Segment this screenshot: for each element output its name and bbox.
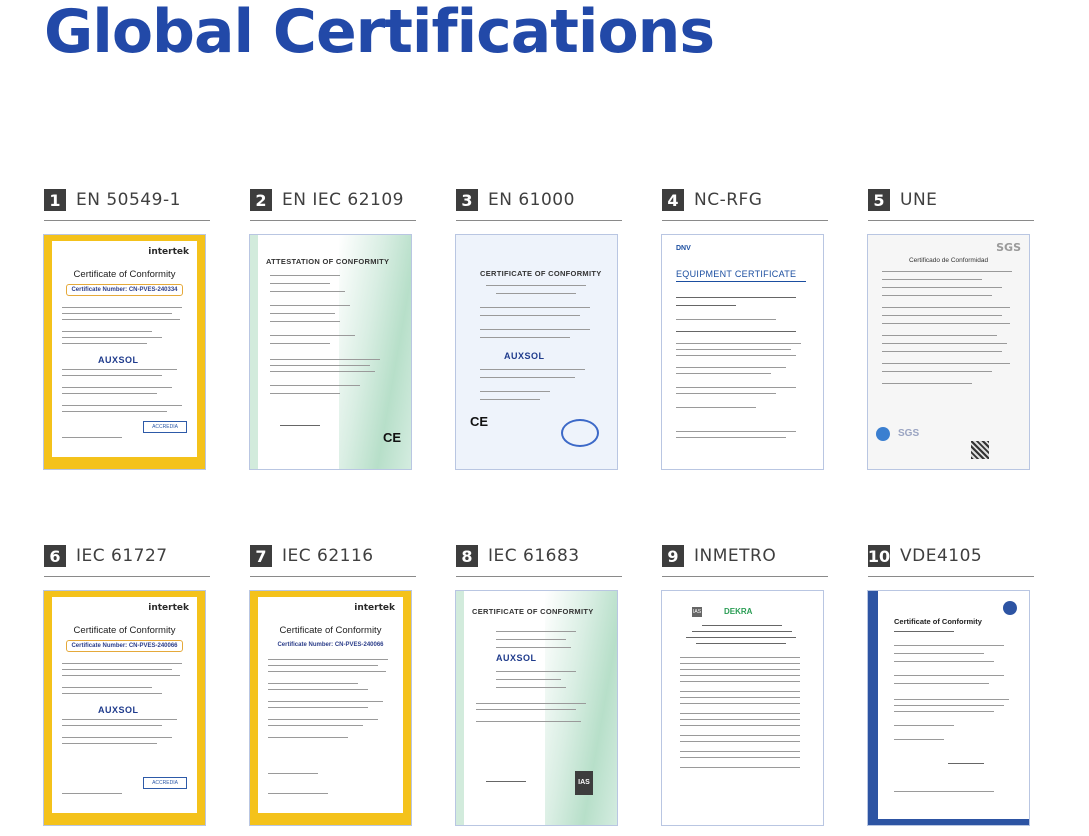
- certificate-number-badge: 6: [44, 545, 66, 567]
- thumbnail-title: EQUIPMENT CERTIFICATE: [676, 269, 797, 279]
- certificate-header: 9 INMETRO: [662, 544, 828, 577]
- certificate-header: 8 IEC 61683: [456, 544, 622, 577]
- certificate-label: IEC 61727: [76, 546, 168, 566]
- thumbnail-title: Certificate of Conformity: [73, 625, 176, 636]
- certificate-thumbnail[interactable]: intertek Certificate of Conformity Certi…: [43, 234, 206, 470]
- certification-seal-icon: [1003, 601, 1017, 615]
- sgs-footer-logo: SGS: [898, 428, 920, 439]
- certificate-card-7[interactable]: 7 IEC 62116 intertek Certificate of Conf…: [249, 544, 416, 826]
- certificate-header: 7 IEC 62116: [250, 544, 416, 577]
- thumbnail-cert-number: Certificate Number: CN-PVES-240066: [277, 642, 384, 648]
- certificate-thumbnail[interactable]: Certificate of Conformity: [867, 590, 1030, 826]
- certificate-side-band: [868, 591, 878, 825]
- certificate-card-4[interactable]: 4 NC-RFG DNV EQUIPMENT CERTIFICATE: [661, 188, 828, 470]
- certificate-label: EN 50549-1: [76, 190, 181, 210]
- certificate-number-badge: 4: [662, 189, 684, 211]
- ce-mark-icon: CE: [470, 414, 489, 429]
- intertek-logo: intertek: [354, 603, 395, 613]
- certificate-label: NC-RFG: [694, 190, 763, 210]
- auxsol-logo: AUXSOL: [504, 351, 545, 361]
- ias-logo: IAS: [692, 607, 702, 617]
- certificate-label: UNE: [900, 190, 938, 210]
- sgs-logo: SGS: [996, 241, 1021, 254]
- certificate-header: 10 VDE4105: [868, 544, 1034, 577]
- accredia-logo: ACCREDIA: [143, 777, 187, 789]
- intertek-logo: intertek: [148, 247, 189, 257]
- intertek-logo: intertek: [148, 603, 189, 613]
- thumbnail-title: Certificate of Conformity: [279, 625, 382, 636]
- ias-logo: IAS: [575, 771, 593, 795]
- auxsol-logo: AUXSOL: [98, 355, 139, 365]
- certificate-label: EN IEC 62109: [282, 190, 404, 210]
- certificate-card-6[interactable]: 6 IEC 61727 intertek Certificate of Conf…: [43, 544, 210, 826]
- certificate-header: 6 IEC 61727: [44, 544, 210, 577]
- certificate-number-badge: 2: [250, 189, 272, 211]
- ce-mark-icon: CE: [382, 430, 401, 445]
- certificate-header: 3 EN 61000: [456, 188, 622, 221]
- certificate-label: IEC 62116: [282, 546, 374, 566]
- certificate-header: 5 UNE: [868, 188, 1034, 221]
- globe-icon: [876, 427, 890, 441]
- dekra-logo: DEKRA: [724, 607, 753, 616]
- accredia-logo: ACCREDIA: [143, 421, 187, 433]
- thumbnail-title: Certificate of Conformity: [894, 617, 982, 626]
- certificate-header: 1 EN 50549-1: [44, 188, 210, 221]
- certificate-thumbnail[interactable]: CERTIFICATE OF CONFORMITY AUXSOL CE: [455, 234, 618, 470]
- certificate-card-10[interactable]: 10 VDE4105 Certificate of Conformity: [867, 544, 1034, 826]
- thumbnail-title: ATTESTATION OF CONFORMITY: [266, 257, 390, 266]
- certificate-label: INMETRO: [694, 546, 777, 566]
- certificate-number-badge: 9: [662, 545, 684, 567]
- certificate-number-badge: 10: [867, 545, 891, 567]
- certificate-thumbnail[interactable]: DNV EQUIPMENT CERTIFICATE: [661, 234, 824, 470]
- certificate-card-5[interactable]: 5 UNE SGS Certificado de Conformidad SGS: [867, 188, 1034, 470]
- certificate-number-badge: 8: [456, 545, 478, 567]
- auxsol-logo: AUXSOL: [98, 705, 139, 715]
- certificate-label: VDE4105: [900, 546, 983, 566]
- certificate-number-badge: 3: [456, 189, 478, 211]
- certificate-card-2[interactable]: 2 EN IEC 62109 ATTESTATION OF CONFORMITY…: [249, 188, 416, 470]
- dnv-logo: DNV: [676, 245, 691, 252]
- certificate-thumbnail[interactable]: ATTESTATION OF CONFORMITY CE: [249, 234, 412, 470]
- thumbnail-title: Certificado de Conformidad: [908, 257, 989, 264]
- certificate-number-badge: 1: [44, 189, 66, 211]
- certificate-thumbnail[interactable]: intertek Certificate of Conformity Certi…: [249, 590, 412, 826]
- certificate-card-9[interactable]: 9 INMETRO IAS DEKRA: [661, 544, 828, 826]
- certificate-thumbnail[interactable]: SGS Certificado de Conformidad SGS: [867, 234, 1030, 470]
- thumbnail-title: Certificate of Conformity: [73, 269, 176, 280]
- qr-code-icon: [971, 441, 989, 459]
- certificate-thumbnail[interactable]: CERTIFICATE OF CONFORMITY AUXSOL IAS: [455, 590, 618, 826]
- thumbnail-cert-number: Certificate Number: CN-PVES-240334: [66, 284, 183, 296]
- certificate-number-badge: 7: [250, 545, 272, 567]
- certificate-thumbnail[interactable]: IAS DEKRA: [661, 590, 824, 826]
- certificate-number-badge: 5: [868, 189, 890, 211]
- thumbnail-title: CERTIFICATE OF CONFORMITY: [480, 269, 602, 278]
- certificate-label: IEC 61683: [488, 546, 580, 566]
- certificate-card-1[interactable]: 1 EN 50549-1 intertek Certificate of Con…: [43, 188, 210, 470]
- auxsol-logo: AUXSOL: [496, 653, 537, 663]
- thumbnail-title: CERTIFICATE OF CONFORMITY: [472, 607, 594, 616]
- certificate-card-3[interactable]: 3 EN 61000 CERTIFICATE OF CONFORMITY AUX…: [455, 188, 622, 470]
- thumbnail-cert-number: Certificate Number: CN-PVES-240066: [66, 640, 183, 652]
- certificate-card-8[interactable]: 8 IEC 61683 CERTIFICATE OF CONFORMITY AU…: [455, 544, 622, 826]
- page-title: Global Certifications: [44, 0, 715, 67]
- certificate-header: 2 EN IEC 62109: [250, 188, 416, 221]
- stamp-icon: [561, 419, 599, 447]
- certificate-thumbnail[interactable]: intertek Certificate of Conformity Certi…: [43, 590, 206, 826]
- certificate-label: EN 61000: [488, 190, 575, 210]
- certificate-header: 4 NC-RFG: [662, 188, 828, 221]
